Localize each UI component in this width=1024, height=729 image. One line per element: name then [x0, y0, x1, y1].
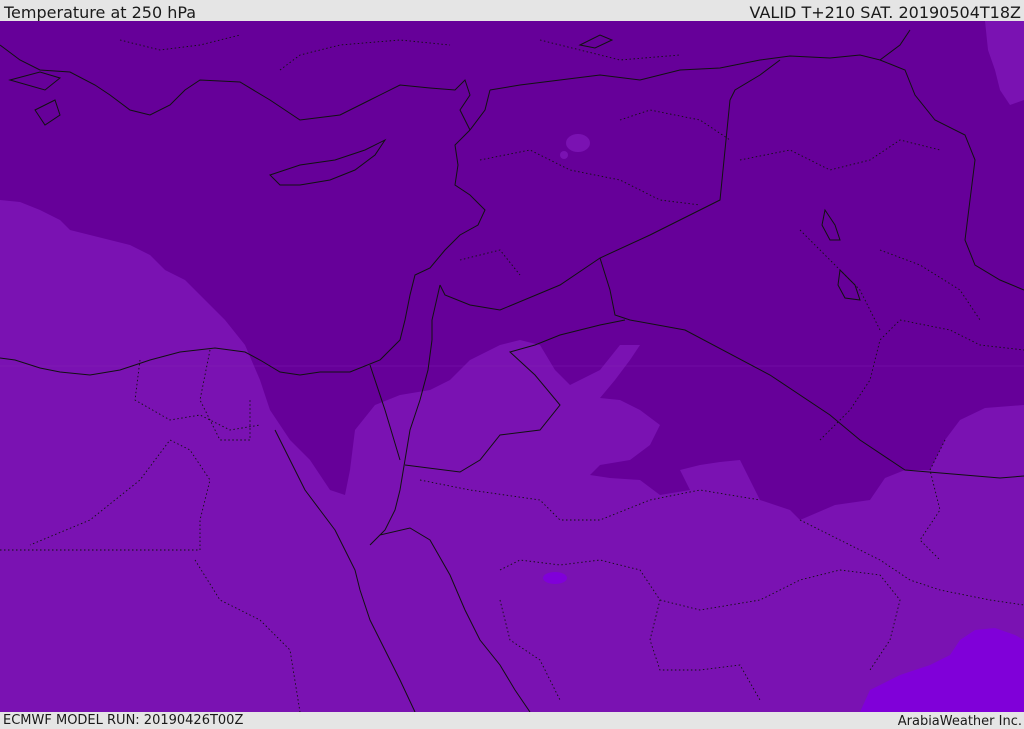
- mid-region-pocket: [566, 134, 590, 152]
- warm-region-spot: [543, 572, 567, 584]
- model-run: ECMWF MODEL RUN: 20190426T00Z: [3, 713, 244, 728]
- map-header: Temperature at 250 hPa VALID T+210 SAT. …: [0, 0, 1024, 22]
- valid-time: VALID T+210 SAT. 20190504T18Z: [749, 3, 1021, 22]
- temperature-map-svg: [0, 21, 1024, 712]
- map-title: Temperature at 250 hPa: [4, 3, 197, 22]
- map-footer: ECMWF MODEL RUN: 20190426T00Z ArabiaWeat…: [0, 712, 1024, 729]
- mid-region-pocket-small: [560, 151, 568, 159]
- credit-label: ArabiaWeather Inc.: [897, 714, 1022, 729]
- weather-map: [0, 21, 1024, 712]
